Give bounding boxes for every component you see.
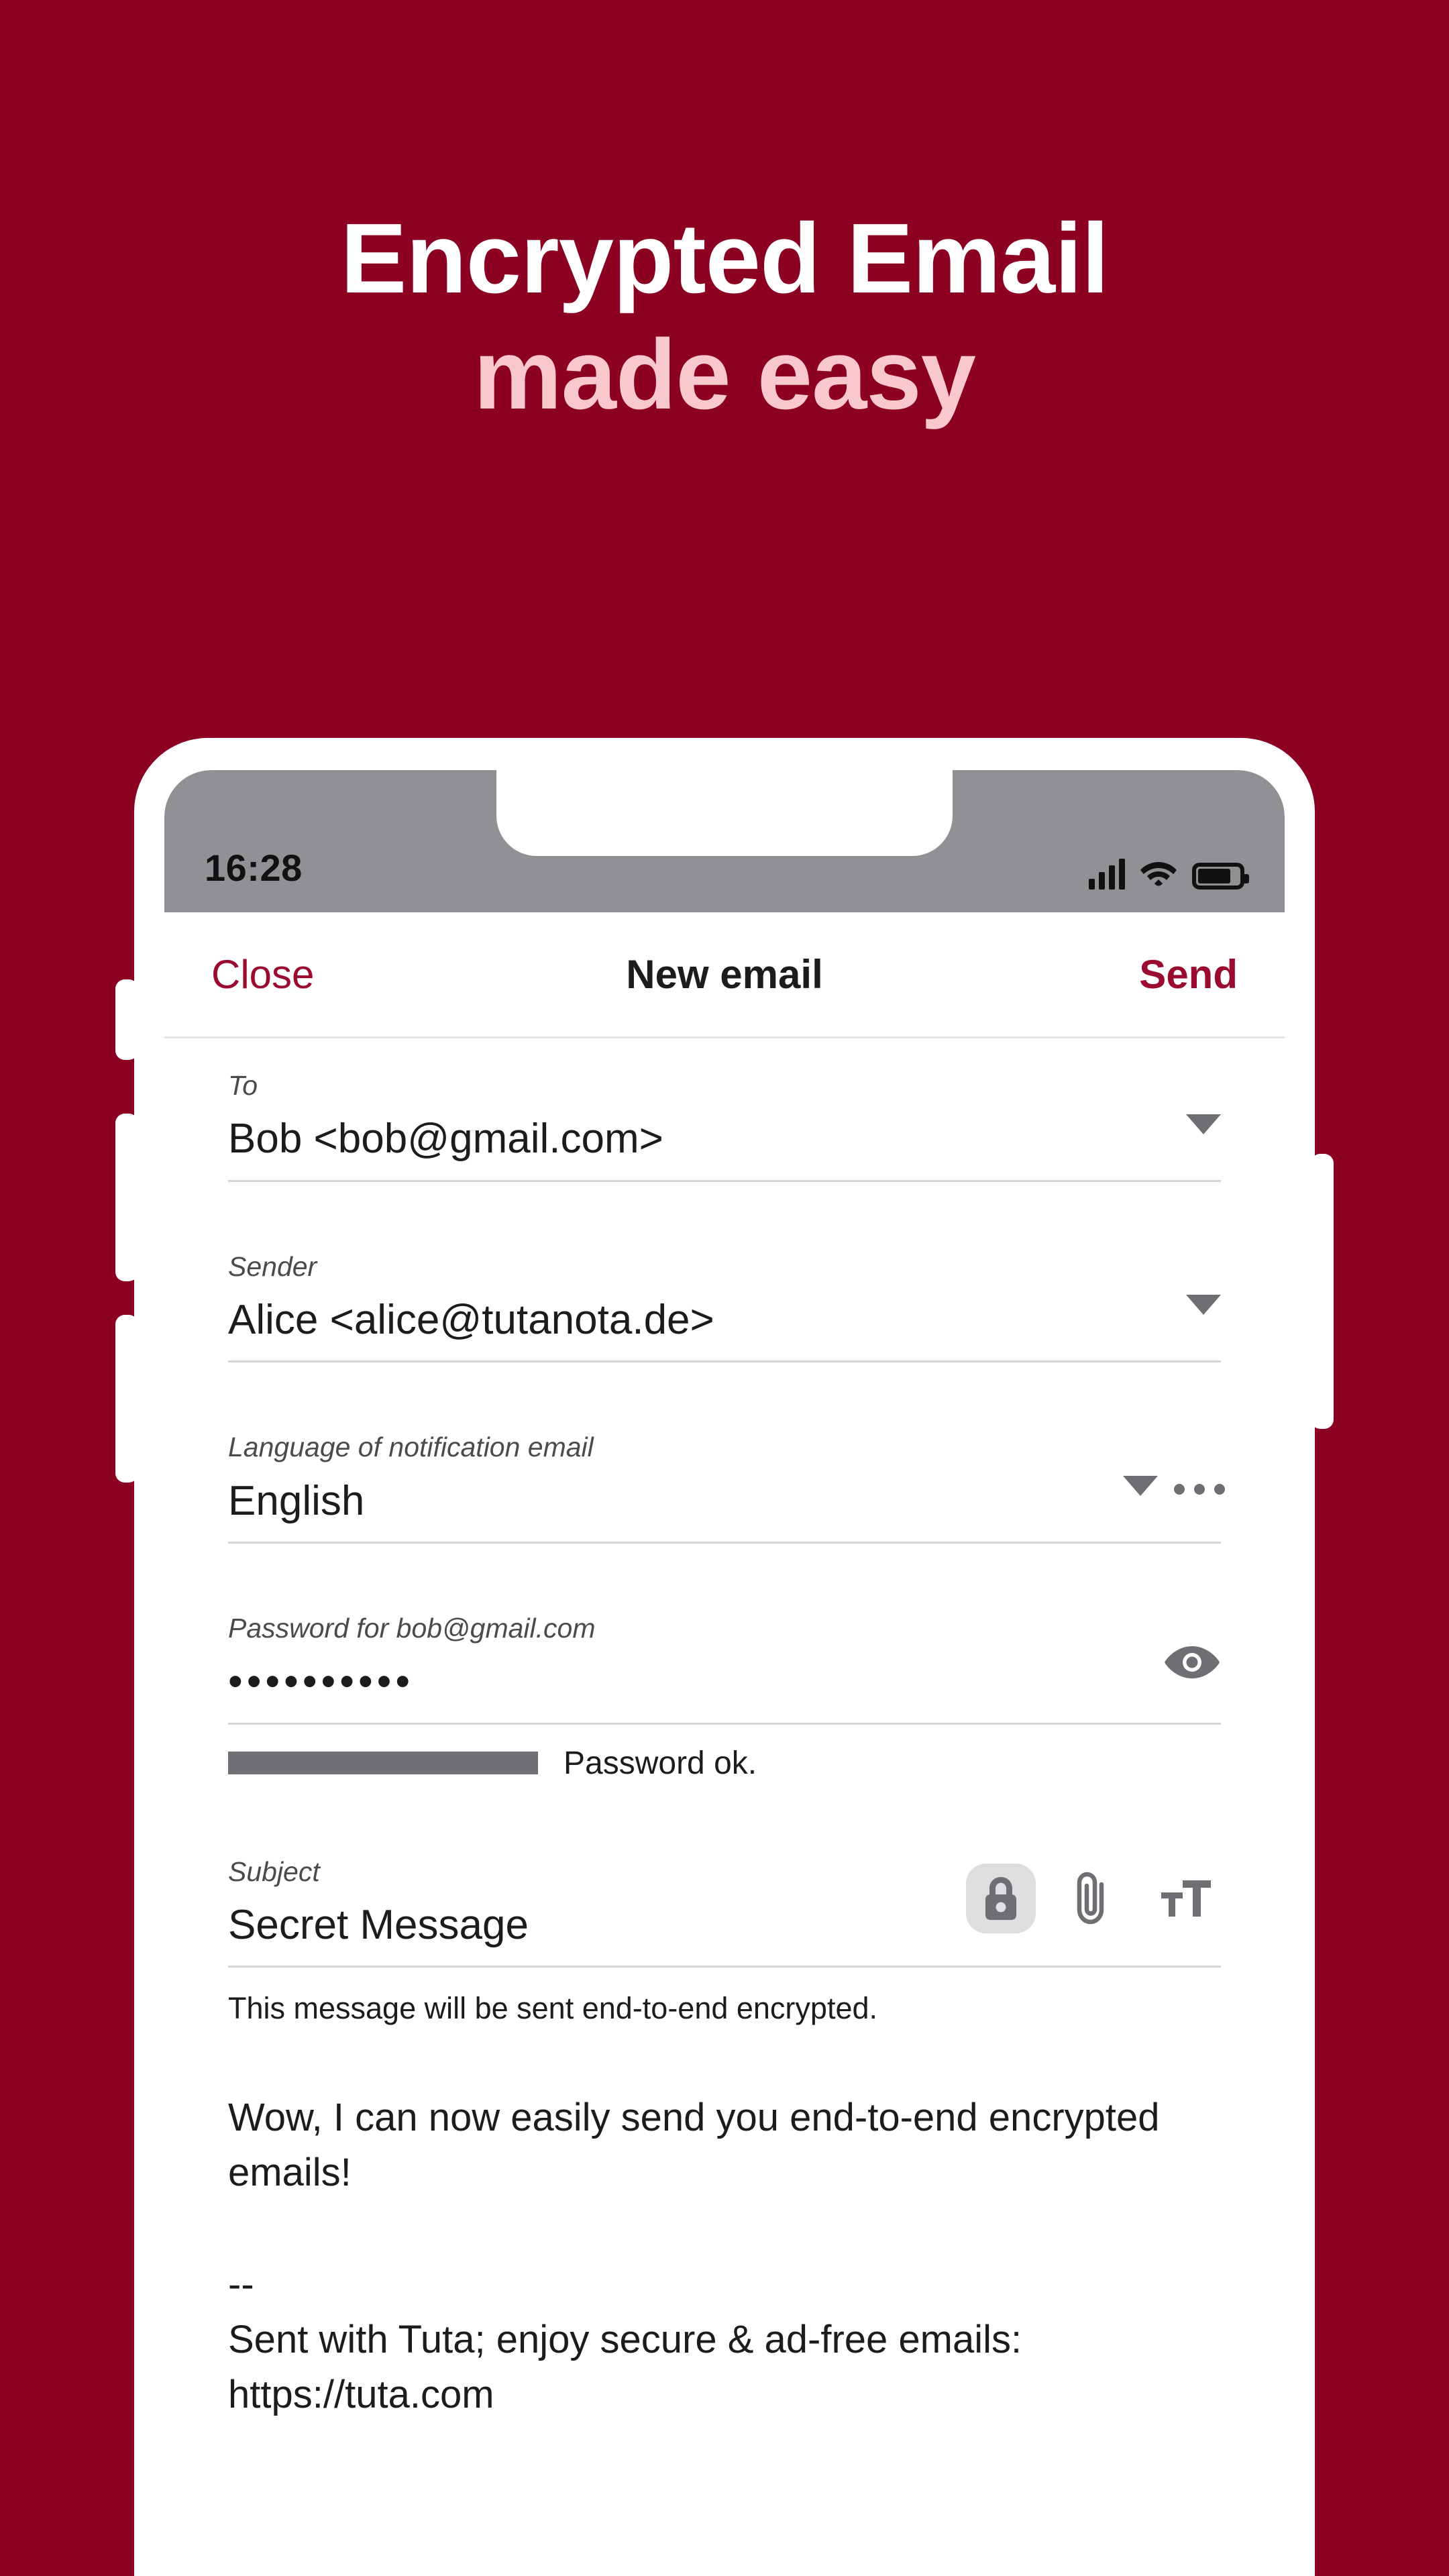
battery-icon [1192,863,1249,890]
phone-screen: 16:28 Close New email Send To Bob <bob@g… [164,770,1285,2576]
send-button[interactable]: Send [1139,951,1238,998]
field-gap-3 [228,1544,1221,1581]
field-gap-2 [228,1362,1221,1400]
font-size-icon[interactable] [1151,1864,1221,1933]
volume-up-button[interactable] [115,1114,138,1281]
silent-switch-button[interactable] [115,979,138,1060]
subject-field[interactable]: Subject Secret Message [228,1825,1221,1968]
password-strength-text: Password ok. [564,1745,757,1781]
paperclip-icon[interactable] [1059,1864,1128,1933]
sender-field-label: Sender [228,1250,317,1282]
to-field[interactable]: To Bob <bob@gmail.com> [228,1038,1221,1182]
hero-headline-line2: made easy [474,319,976,430]
password-field[interactable]: Password for bob@gmail.com •••••••••• [228,1581,1221,1725]
compose-toolbar [966,1863,1221,1933]
status-bar: 16:28 [164,770,1285,912]
wifi-icon [1140,857,1177,890]
password-field-label: Password for bob@gmail.com [228,1613,596,1644]
password-field-value[interactable]: •••••••••• [228,1645,1221,1723]
power-button[interactable] [1311,1154,1334,1429]
password-strength-meter: Password ok. [228,1725,1221,1787]
page-title: New email [626,952,823,997]
compose-header: Close New email Send [164,912,1285,1038]
hero-banner: Encrypted Email made easy [0,201,1449,433]
close-button[interactable]: Close [211,951,314,998]
eye-icon[interactable] [1163,1644,1221,1681]
encryption-note: This message will be sent end-to-end enc… [228,1991,878,2026]
sender-field-value[interactable]: Alice <alice@tutanota.de> [228,1283,1221,1361]
status-bar-icons [1089,857,1249,890]
cellular-signal-icon [1089,859,1125,890]
status-bar-clock: 16:28 [205,847,303,889]
lock-icon[interactable] [966,1863,1036,1933]
signature-line-2: https://tuta.com [228,2373,494,2417]
language-field[interactable]: Language of notification email English [228,1400,1225,1544]
phone-mockup: 16:28 Close New email Send To Bob <bob@g… [115,738,1334,2576]
chevron-down-icon[interactable] [1123,1476,1158,1497]
chevron-down-icon[interactable] [1186,1295,1221,1316]
chevron-down-icon[interactable] [1186,1114,1221,1134]
field-gap-1 [228,1182,1221,1220]
language-field-label: Language of notification email [228,1432,594,1463]
compose-form: To Bob <bob@gmail.com> Sender Alice <ali… [164,1038,1285,2029]
mail-body-paragraph: Wow, I can now easily send you end-to-en… [228,2095,1160,2195]
more-horizontal-icon[interactable] [1174,1484,1225,1495]
mail-body-gap [228,2201,1221,2257]
signature-separator: -- [228,2262,254,2306]
hero-headline-line1: Encrypted Email [340,203,1110,314]
to-field-label: To [228,1070,258,1101]
screen-notch [496,770,953,856]
field-gap-4 [228,1787,1221,1825]
mail-body[interactable]: Wow, I can now easily send you end-to-en… [164,2029,1285,2423]
to-field-value[interactable]: Bob <bob@gmail.com> [228,1102,1221,1180]
language-field-value[interactable]: English [228,1464,1221,1542]
password-strength-bar [228,1752,538,1775]
signature-line-1: Sent with Tuta; enjoy secure & ad-free e… [228,2318,1022,2362]
sender-field[interactable]: Sender Alice <alice@tutanota.de> [228,1220,1221,1363]
volume-down-button[interactable] [115,1315,138,1483]
